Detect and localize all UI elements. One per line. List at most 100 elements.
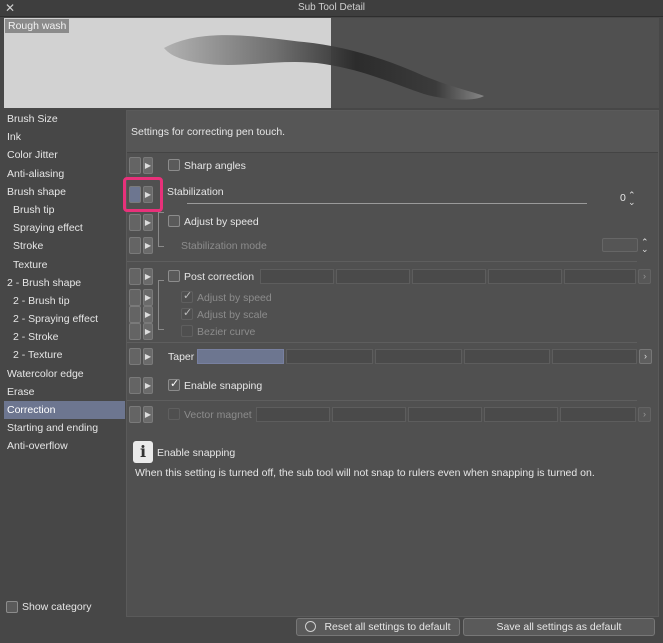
taper-label: Taper (168, 351, 195, 363)
sidebar-item[interactable]: Brush shape (4, 183, 125, 201)
lock-button[interactable] (129, 289, 141, 306)
sidebar-item[interactable]: Ink (4, 128, 125, 146)
vector-magnet-level-segment[interactable] (256, 407, 330, 422)
window-title: Sub Tool Detail (297, 2, 366, 13)
sidebar-item[interactable]: Spraying effect (4, 219, 125, 237)
vector-magnet-level-segment[interactable] (560, 407, 636, 422)
sidebar-item[interactable]: 2 - Brush tip (4, 292, 125, 310)
highlight-marker (123, 177, 163, 212)
sidebar-item[interactable]: Anti-aliasing (4, 165, 125, 183)
brush-stroke-sample (164, 35, 484, 100)
taper-level-segment[interactable] (552, 349, 637, 364)
expand-arrow-icon[interactable]: ▶ (143, 406, 153, 423)
stabilization-label: Stabilization (167, 186, 224, 198)
show-category-toggle[interactable]: Show category (6, 601, 91, 613)
sidebar-item[interactable]: Watercolor edge (4, 365, 125, 383)
save-defaults-button[interactable]: Save all settings as default (463, 618, 655, 636)
mode-spinner-down-icon[interactable]: ⌄ (641, 244, 649, 255)
expand-arrow-icon[interactable]: ▶ (143, 268, 153, 285)
spinner-down-icon[interactable]: ⌄ (628, 197, 636, 208)
chevron-right-icon[interactable]: › (638, 407, 651, 422)
category-list: Brush Size Ink Color Jitter Anti-aliasing Br… (4, 110, 125, 456)
reset-defaults-label: Reset all settings to default (324, 621, 451, 633)
lock-button[interactable] (129, 323, 141, 340)
taper-level-segment[interactable] (197, 349, 284, 364)
link-bracket (158, 280, 164, 330)
post-adjust-scale-label: Adjust by scale (197, 309, 268, 321)
sidebar-item[interactable]: Correction (4, 401, 125, 420)
expand-arrow-icon[interactable]: ▶ (143, 237, 153, 254)
tool-name-label: Rough wash (5, 19, 70, 33)
stabilization-mode-select[interactable] (602, 238, 638, 252)
help-panel: i Enable snapping When this setting is t… (127, 434, 657, 616)
category-sidebar: Brush Size Ink Color Jitter Anti-aliasing Br… (4, 110, 125, 617)
sidebar-item[interactable]: Color Jitter (4, 146, 125, 164)
sidebar-item[interactable]: 2 - Stroke (4, 328, 125, 346)
expand-arrow-icon[interactable]: ▶ (143, 323, 153, 340)
sidebar-item[interactable]: 2 - Brush shape (4, 274, 125, 292)
chevron-right-icon[interactable]: › (639, 349, 652, 364)
post-adjust-speed-checkbox[interactable] (181, 289, 193, 303)
lock-button[interactable] (129, 237, 141, 254)
sidebar-item[interactable]: Texture (4, 256, 125, 274)
clock-icon (305, 621, 317, 632)
stabilization-value[interactable]: 0 (620, 192, 626, 204)
post-adjust-scale-checkbox[interactable] (181, 306, 193, 320)
expand-arrow-icon[interactable]: ▶ (143, 289, 153, 306)
post-adjust-speed-label: Adjust by speed (197, 292, 272, 304)
enable-snapping-checkbox[interactable] (168, 377, 180, 391)
post-correction-checkbox[interactable] (168, 270, 180, 282)
lock-button[interactable] (129, 406, 141, 423)
vector-magnet-level-segment[interactable] (408, 407, 482, 422)
lock-button[interactable] (129, 377, 141, 394)
bezier-curve-checkbox[interactable] (181, 325, 193, 337)
taper-level-segment[interactable] (375, 349, 462, 364)
expand-arrow-icon[interactable]: ▶ (143, 306, 153, 323)
divider (127, 261, 637, 262)
sidebar-item[interactable]: Erase (4, 383, 125, 401)
sidebar-item[interactable]: 2 - Texture (4, 346, 125, 364)
lock-button[interactable] (129, 157, 141, 174)
post-correction-level-segment[interactable] (412, 269, 486, 284)
help-title: Enable snapping (157, 447, 236, 459)
sidebar-item[interactable]: Stroke (4, 237, 125, 255)
reset-defaults-button[interactable]: Reset all settings to default (296, 618, 460, 636)
vector-magnet-label: Vector magnet (184, 409, 252, 421)
lock-button[interactable] (129, 348, 141, 365)
stabilization-slider[interactable] (187, 203, 587, 204)
expand-arrow-icon[interactable]: ▶ (143, 157, 153, 174)
sidebar-item[interactable]: Anti-overflow (4, 437, 125, 455)
brush-preview: Rough wash (4, 18, 659, 108)
sidebar-item[interactable]: Brush tip (4, 201, 125, 219)
lock-button[interactable] (129, 268, 141, 285)
show-category-checkbox[interactable] (6, 601, 18, 613)
post-correction-level-segment[interactable] (260, 269, 334, 284)
stabilization-mode-label: Stabilization mode (181, 240, 267, 252)
vector-magnet-level-segment[interactable] (332, 407, 406, 422)
category-description: Settings for correcting pen touch. (131, 126, 286, 138)
category-header: Settings for correcting pen touch. (127, 111, 658, 153)
lock-button[interactable] (129, 306, 141, 323)
post-correction-level-segment[interactable] (336, 269, 410, 284)
lock-button[interactable] (129, 214, 141, 231)
info-icon: i (133, 441, 153, 463)
adjust-by-speed-checkbox[interactable] (168, 215, 180, 227)
title-bar: ✕ Sub Tool Detail (0, 0, 663, 17)
taper-level-segment[interactable] (464, 349, 550, 364)
expand-arrow-icon[interactable]: ▶ (143, 377, 153, 394)
divider (127, 400, 637, 401)
expand-arrow-icon[interactable]: ▶ (143, 214, 153, 231)
adjust-by-speed-label: Adjust by speed (184, 216, 259, 228)
sharp-angles-checkbox[interactable] (168, 159, 180, 171)
chevron-right-icon[interactable]: › (638, 269, 651, 284)
footer-bar: Reset all settings to default Save all s… (0, 617, 663, 643)
vector-magnet-checkbox[interactable] (168, 408, 180, 420)
vector-magnet-level-segment[interactable] (484, 407, 558, 422)
sidebar-item[interactable]: Brush Size (4, 110, 125, 128)
post-correction-level-segment[interactable] (488, 269, 562, 284)
expand-arrow-icon[interactable]: ▶ (143, 348, 153, 365)
sidebar-item[interactable]: 2 - Spraying effect (4, 310, 125, 328)
sidebar-item[interactable]: Starting and ending (4, 419, 125, 437)
post-correction-level-segment[interactable] (564, 269, 636, 284)
taper-level-segment[interactable] (286, 349, 373, 364)
